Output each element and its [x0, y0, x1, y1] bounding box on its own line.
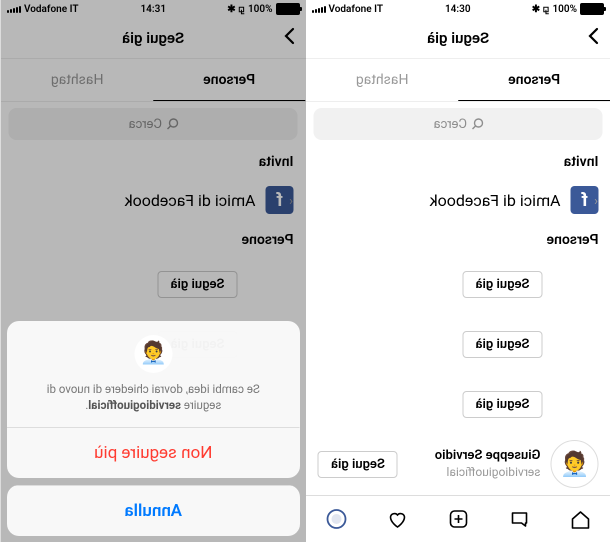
follow-button[interactable]: Segui già: [318, 451, 398, 478]
list-item[interactable]: Segui già: [306, 314, 610, 374]
action-sheet: 🧑‍💼 Se cambi idea, dovrai chiedere di nu…: [7, 321, 300, 536]
navbar-title: Segui già: [427, 29, 489, 47]
home-icon[interactable]: [568, 507, 592, 531]
back-chevron-icon[interactable]: [588, 27, 600, 49]
section-invite: Invita: [306, 146, 610, 176]
navbar: Segui già: [306, 18, 610, 59]
search-input[interactable]: Cerca: [314, 108, 603, 140]
list-item[interactable]: Segui già: [306, 254, 610, 314]
follow-button[interactable]: Segui già: [462, 271, 542, 298]
tab-hashtag[interactable]: Hashtag: [306, 59, 458, 101]
unfollow-button[interactable]: Non seguire più: [7, 427, 300, 478]
tabs: Hashtag Persone: [306, 59, 610, 102]
follow-button[interactable]: Segui già: [462, 391, 542, 418]
search-icon: [471, 118, 483, 130]
action-sheet-card: 🧑‍💼 Se cambi idea, dovrai chiedere di nu…: [7, 321, 300, 478]
sheet-avatar: 🧑‍💼: [134, 335, 172, 373]
screen-b: Vodafone IT 14:31 ✱ ⚼100% Segui già Hash…: [0, 0, 306, 542]
list-item-featured[interactable]: 🧑‍💼 Giuseppe Servidio servidiogiuofficia…: [306, 434, 610, 494]
status-battery: ✱ ⚼100%: [532, 3, 604, 15]
people-list: Segui già Segui già Segui già 🧑‍💼 Giusep…: [306, 254, 610, 495]
sheet-message: Se cambi idea, dovrai chiedere di nuovo …: [27, 381, 280, 413]
bottom-tabbar: [306, 495, 610, 542]
person-name: Giuseppe Servidio: [407, 448, 540, 465]
list-item[interactable]: Segui già: [306, 374, 610, 434]
signal-icon: [312, 6, 326, 13]
follow-button[interactable]: Segui già: [462, 331, 542, 358]
status-bar: Vodafone IT 14:30 ✱ ⚼100%: [306, 0, 610, 18]
status-time: 14:30: [445, 4, 471, 15]
add-icon[interactable]: [446, 507, 470, 531]
cancel-button[interactable]: Annulla: [7, 485, 300, 536]
chevron-right-icon: ›: [594, 192, 598, 207]
profile-icon[interactable]: [324, 507, 348, 531]
tab-people[interactable]: Persone: [458, 59, 610, 101]
message-icon[interactable]: [507, 507, 531, 531]
screen-a: Vodafone IT 14:30 ✱ ⚼100% Segui già Hash…: [306, 0, 610, 542]
facebook-friends-row[interactable]: f Amici di Facebook ›: [306, 176, 610, 224]
avatar: 🧑‍💼: [550, 440, 598, 488]
section-people: Persone: [306, 224, 610, 254]
heart-icon[interactable]: [385, 507, 409, 531]
person-username: servidiogiuofficial: [407, 465, 540, 481]
